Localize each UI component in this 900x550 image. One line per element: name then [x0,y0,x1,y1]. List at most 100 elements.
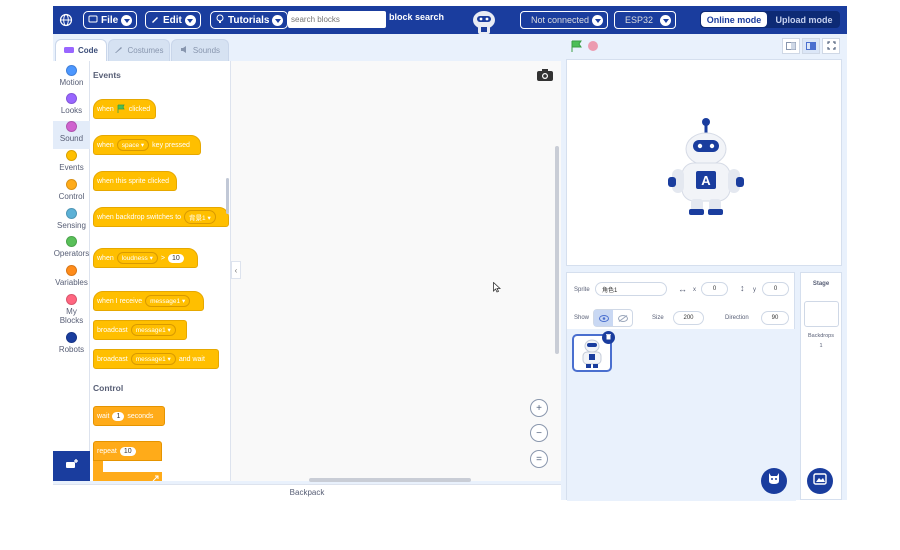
y-input[interactable]: 0 [762,282,789,296]
block-search-button[interactable]: block search [389,12,444,22]
loop-arrow-icon [152,469,159,481]
choose-backdrop-button[interactable] [807,468,833,494]
script-area[interactable] [231,61,561,481]
category-dot [66,236,77,247]
camera-icon[interactable] [536,68,554,87]
category-sensing[interactable]: Sensing [53,208,90,236]
x-input[interactable]: 0 [701,282,728,296]
block-when-i-receive[interactable]: when I receive message1 ▾ [93,291,204,311]
backdrop-image-icon [813,472,827,490]
globe-icon[interactable] [59,11,73,29]
device-select[interactable]: ESP32 [614,11,676,29]
key-dropdown[interactable]: space ▾ [116,139,150,151]
show-hidden-button[interactable] [613,310,632,326]
show-visible-button[interactable] [594,310,613,326]
collapse-palette-button[interactable]: ‹ [231,261,241,279]
stage-canvas[interactable]: A [566,59,842,266]
direction-input[interactable]: 90 [761,311,789,325]
category-my-blocks[interactable]: My Blocks [53,294,90,332]
block-wait-seconds[interactable]: wait 1 seconds [93,406,165,426]
category-control[interactable]: Control [53,179,90,207]
category-dot [66,179,77,190]
green-flag-icon [117,104,126,115]
block-when-flag-clicked[interactable]: when clicked [93,99,156,119]
size-label: Size [652,315,664,321]
top-menu-bar: File Edit Tutorials block search [53,6,847,34]
message-dropdown[interactable]: message1 ▾ [130,353,176,365]
sensor-dropdown[interactable]: loudness ▾ [116,252,158,264]
category-dot [66,208,77,219]
backdrops-count: 1 [819,343,823,349]
category-looks[interactable]: Looks [53,93,90,121]
online-mode-button[interactable]: Online mode [701,12,767,27]
number-input[interactable]: 10 [167,253,184,263]
category-robots[interactable]: Robots [53,332,90,360]
sprite-thumbnail[interactable] [572,331,615,372]
block-broadcast-and-wait[interactable]: broadcast message1 ▾ and wait [93,349,219,369]
category-dot [66,121,77,132]
category-variables[interactable]: Variables [53,265,90,293]
delete-sprite-button[interactable] [602,331,615,344]
file-menu-button[interactable]: File [83,11,138,29]
message-dropdown[interactable]: message1 ▾ [145,295,191,307]
file-label: File [101,14,119,26]
add-extension-icon [65,457,79,475]
speaker-icon [180,45,189,56]
size-input[interactable]: 200 [673,311,704,325]
small-stage-button[interactable] [782,38,800,54]
search-blocks-input[interactable] [288,11,386,28]
green-flag-button[interactable] [570,40,583,58]
category-label: Looks [60,106,83,115]
number-input[interactable]: 10 [119,446,136,456]
category-label: Sound [59,134,84,143]
chevron-down-icon [184,14,196,26]
zoom-out-button[interactable]: − [530,424,548,442]
direction-label: Direction [725,315,749,321]
backdrop-dropdown[interactable]: 背景1 ▾ [184,210,216,224]
repeat-block-foot [93,472,162,481]
sprite-name-input[interactable]: 角色1 [595,282,667,296]
number-input[interactable]: 1 [112,411,125,421]
block-when-loudness[interactable]: when loudness ▾ > 10 [93,248,198,268]
zoom-in-button[interactable]: + [530,399,548,417]
tab-sounds[interactable]: Sounds [171,39,229,61]
block-text: > [160,254,165,262]
category-sidebar: Motion Looks Sound Events Control Sensin… [53,61,90,451]
add-extension-button[interactable] [53,451,90,481]
connection-select[interactable]: Not connected [520,11,608,29]
stage-thumbnail[interactable] [804,301,839,327]
robot-sprite-image[interactable]: A [658,113,754,224]
block-text: when I receive [97,297,143,305]
chevron-down-icon [660,14,671,26]
category-events[interactable]: Events [53,150,90,178]
category-operators[interactable]: Operators [53,236,90,264]
block-broadcast[interactable]: broadcast message1 ▾ [93,320,187,340]
palette-scrollbar[interactable] [226,178,229,214]
category-label: Sensing [57,221,86,230]
trash-icon [605,333,612,342]
normal-stage-button[interactable] [802,38,820,54]
category-sound[interactable]: Sound [53,121,90,149]
backpack-bar[interactable]: Backpack [53,484,561,500]
block-when-key-pressed[interactable]: when space ▾ key pressed [93,135,201,155]
tab-costumes[interactable]: Costumes [108,39,170,61]
tab-code[interactable]: Code [55,39,107,61]
category-label: Robots [58,345,85,354]
message-dropdown[interactable]: message1 ▾ [130,324,176,336]
fullscreen-button[interactable] [822,38,840,54]
dropdown-value: message1 [135,327,166,334]
upload-mode-button[interactable]: Upload mode [768,11,840,28]
block-repeat[interactable]: repeat 10 [93,441,162,461]
category-motion[interactable]: Motion [53,65,90,93]
edit-menu-button[interactable]: Edit [145,11,201,29]
tutorials-menu-button[interactable]: Tutorials [210,11,289,29]
zoom-reset-button[interactable]: = [530,450,548,468]
tab-code-label: Code [78,46,98,55]
stop-button[interactable] [588,41,598,51]
script-vertical-scrollbar[interactable] [555,146,559,354]
stage-selector-panel[interactable]: Stage Backdrops 1 [800,272,842,500]
script-horizontal-scrollbar[interactable] [309,478,471,482]
choose-sprite-button[interactable] [761,468,787,494]
block-when-sprite-clicked[interactable]: when this sprite clicked [93,171,177,191]
block-when-backdrop-switches[interactable]: when backdrop switches to 背景1 ▾ [93,207,229,227]
